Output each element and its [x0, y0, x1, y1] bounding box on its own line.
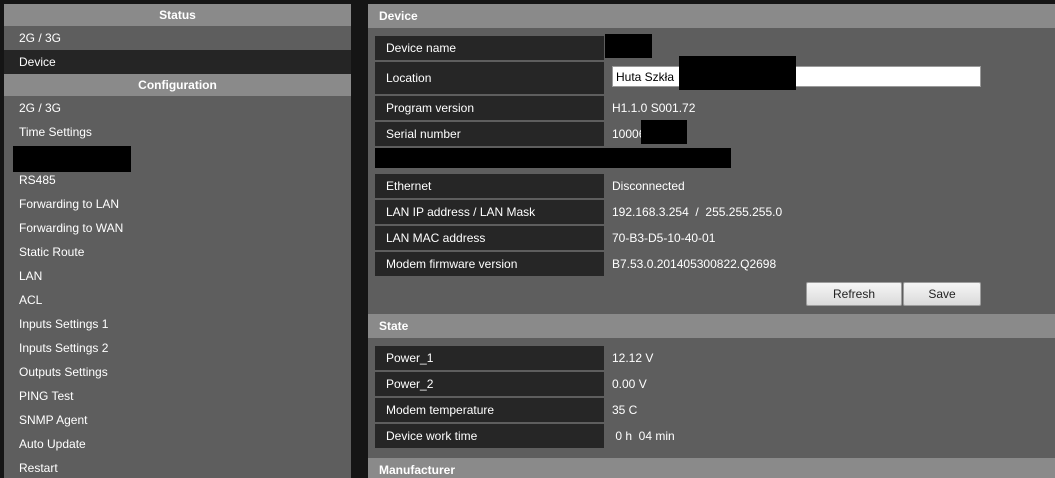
sidebar-item-auto-update[interactable]: Auto Update [4, 432, 351, 456]
modem-temperature-row: Modem temperature 35 C [368, 398, 1055, 424]
work-time-value: 0 h 04 min [612, 429, 675, 443]
power1-value: 12.12 V [612, 351, 654, 365]
serial-number-row: Serial number 10006 [368, 120, 1055, 148]
program-version-value: H1.1.0 S001.72 [612, 101, 696, 115]
device-actions: Refresh Save [368, 278, 1055, 314]
lan-ip-value: 192.168.3.254 / 255.255.255.0 [612, 205, 783, 219]
lan-mac-value: 70-B3-D5-10-40-01 [612, 231, 716, 245]
sidebar-item-outputs-settings[interactable]: Outputs Settings [4, 360, 351, 384]
sidebar-item-config-2g3g[interactable]: 2G / 3G [4, 96, 351, 120]
power2-label: Power_2 [375, 372, 604, 396]
program-version-row: Program version H1.1.0 S001.72 [368, 96, 1055, 122]
device-section-header: Device [368, 4, 1055, 28]
refresh-button[interactable]: Refresh [806, 282, 902, 306]
location-row: Location [368, 56, 1055, 96]
sidebar-item-forwarding-to-wan[interactable]: Forwarding to WAN [4, 216, 351, 240]
sidebar-item-lan[interactable]: LAN [4, 264, 351, 288]
ethernet-label: Ethernet [375, 174, 604, 198]
serial-number-label: Serial number [375, 122, 604, 146]
sidebar-item-inputs-settings-2[interactable]: Inputs Settings 2 [4, 336, 351, 360]
sidebar: Status 2G / 3G Device Configuration 2G /… [4, 4, 351, 478]
sidebar-item-time-settings[interactable]: Time Settings [4, 120, 351, 144]
manufacturer-section-header: Manufacturer [368, 458, 1055, 478]
sidebar-item-inputs-settings-1[interactable]: Inputs Settings 1 [4, 312, 351, 336]
sidebar-status-header: Status [4, 4, 351, 26]
work-time-row: Device work time 0 h 04 min [368, 424, 1055, 450]
power1-label: Power_1 [375, 346, 604, 370]
power2-row: Power_2 0.00 V [368, 372, 1055, 398]
ethernet-row: Ethernet Disconnected [368, 174, 1055, 200]
lan-mac-row: LAN MAC address 70-B3-D5-10-40-01 [368, 226, 1055, 252]
modem-firmware-row: Modem firmware version B7.53.0.201405300… [368, 252, 1055, 278]
row-redacted [375, 148, 731, 168]
sidebar-configuration-header: Configuration [4, 74, 351, 96]
main-panel: Device Device name Location Program vers… [368, 4, 1055, 478]
sidebar-item-status-2g3g[interactable]: 2G / 3G [4, 26, 351, 50]
state-section-header: State [368, 314, 1055, 338]
lan-ip-row: LAN IP address / LAN Mask 192.168.3.254 … [368, 200, 1055, 226]
sidebar-item-redacted[interactable] [4, 144, 351, 172]
redacted-row [368, 148, 1055, 174]
location-label: Location [375, 62, 604, 94]
sidebar-item-status-device[interactable]: Device [4, 50, 351, 74]
modem-firmware-value: B7.53.0.201405300822.Q2698 [612, 257, 777, 271]
device-section: Device name Location Program version H1.… [368, 28, 1055, 314]
sidebar-item-snmp-agent[interactable]: SNMP Agent [4, 408, 351, 432]
lan-ip-label: LAN IP address / LAN Mask [375, 200, 604, 224]
serial-number-redacted [641, 120, 687, 144]
lan-mac-label: LAN MAC address [375, 226, 604, 250]
sidebar-item-static-route[interactable]: Static Route [4, 240, 351, 264]
location-redacted [679, 56, 796, 90]
ethernet-value: Disconnected [612, 179, 685, 193]
program-version-label: Program version [375, 96, 604, 120]
redaction-block [13, 146, 131, 172]
modem-temperature-value: 35 C [612, 403, 638, 417]
device-name-redacted [605, 34, 652, 58]
modem-temperature-label: Modem temperature [375, 398, 604, 422]
sidebar-item-acl[interactable]: ACL [4, 288, 351, 312]
device-name-label: Device name [375, 36, 604, 60]
sidebar-item-restart[interactable]: Restart [4, 456, 351, 478]
modem-firmware-label: Modem firmware version [375, 252, 604, 276]
work-time-label: Device work time [375, 424, 604, 448]
power2-value: 0.00 V [612, 377, 647, 391]
location-input[interactable] [612, 66, 981, 87]
save-button[interactable]: Save [903, 282, 981, 306]
sidebar-item-forwarding-to-lan[interactable]: Forwarding to LAN [4, 192, 351, 216]
power1-row: Power_1 12.12 V [368, 346, 1055, 372]
sidebar-item-ping-test[interactable]: PING Test [4, 384, 351, 408]
state-section: Power_1 12.12 V Power_2 0.00 V Modem tem… [368, 338, 1055, 458]
